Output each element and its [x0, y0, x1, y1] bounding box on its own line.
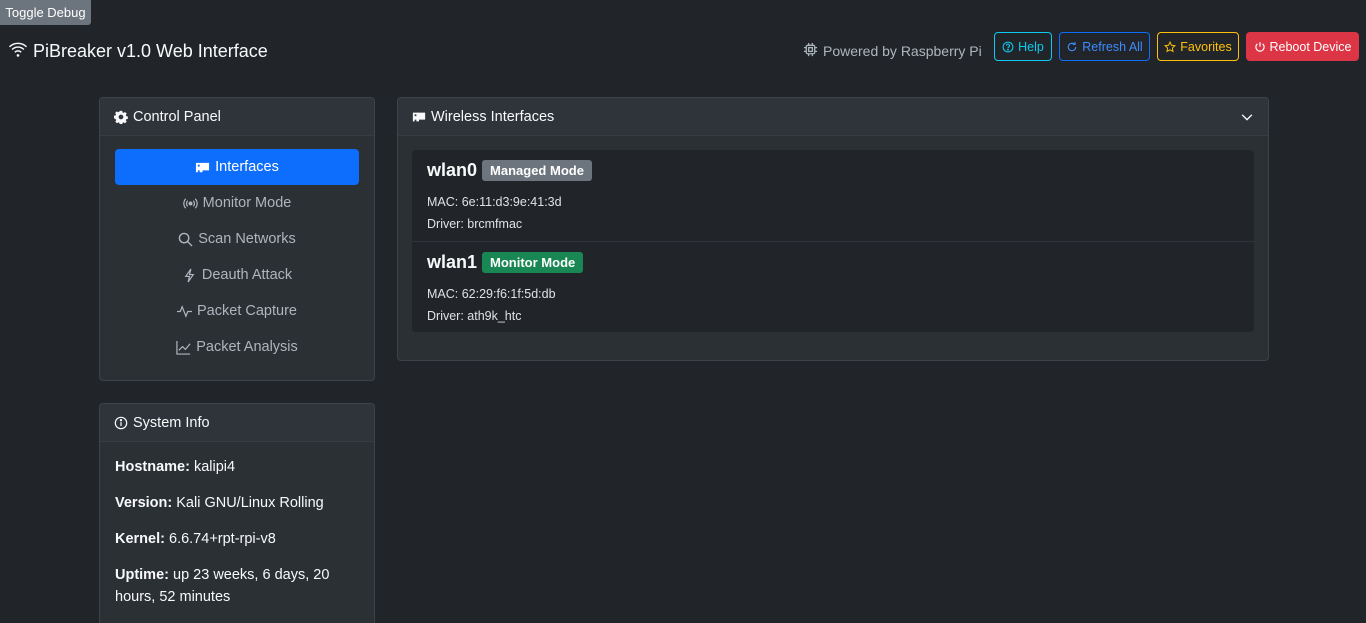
nav-item-label: Monitor Mode	[202, 195, 292, 211]
nav-item-deauth-attack[interactable]: Deauth Attack	[115, 257, 359, 293]
interface-item-wlan0: wlan0 Managed Mode MAC: 6e:11:d3:9e:41:3…	[412, 150, 1254, 241]
wireless-interfaces-title: Wireless Interfaces	[431, 108, 555, 125]
nav-item-label: Deauth Attack	[201, 267, 293, 283]
reboot-device-button[interactable]: Reboot Device	[1246, 32, 1359, 61]
nav-item-scan-networks[interactable]: Scan Networks	[115, 221, 359, 257]
favorites-button[interactable]: Favorites	[1157, 32, 1239, 61]
help-button[interactable]: Help	[994, 32, 1052, 61]
broadcast-icon	[182, 197, 198, 209]
refresh-all-button-label: Refresh All	[1082, 39, 1143, 54]
wireless-interfaces-header[interactable]: Wireless Interfaces	[398, 98, 1268, 136]
chevron-down-icon[interactable]	[1240, 110, 1254, 124]
kernel-value: 6.6.74+rpt-rpi-v8	[169, 531, 276, 547]
control-panel-header: Control Panel	[100, 98, 374, 136]
kernel-key: Kernel:	[115, 531, 165, 547]
nav-item-packet-analysis[interactable]: Packet Analysis	[115, 329, 359, 365]
nav-item-monitor-mode[interactable]: Monitor Mode	[115, 185, 359, 221]
hostname-value: kalipi4	[193, 459, 236, 475]
system-info-header: System Info	[100, 404, 374, 442]
control-panel-card: Control Panel Interfaces Monitor Mode Sc…	[99, 97, 375, 381]
nav-item-interfaces[interactable]: Interfaces	[115, 149, 359, 185]
version-value: Kali GNU/Linux Rolling	[176, 495, 324, 511]
help-button-label: Help	[1018, 39, 1044, 54]
reboot-device-button-label: Reboot Device	[1269, 39, 1352, 54]
hostname-key: Hostname:	[115, 459, 190, 475]
uptime-key: Uptime:	[115, 567, 169, 583]
control-panel-nav: Interfaces Monitor Mode Scan Networks De…	[100, 136, 374, 365]
mode-badge: Monitor Mode	[482, 251, 584, 273]
interface-details: MAC: 6e:11:d3:9e:41:3d Driver: brcmfmac	[427, 191, 1239, 235]
mode-badge: Managed Mode	[482, 159, 592, 181]
nav-item-label: Packet Capture	[197, 303, 297, 319]
interface-name: wlan0	[427, 159, 478, 180]
interface-head: wlan0 Managed Mode	[427, 158, 1239, 182]
nav-item-label: Packet Analysis	[196, 339, 298, 355]
toggle-debug-button[interactable]: Toggle Debug	[0, 0, 91, 25]
graph-icon	[176, 340, 191, 355]
uptime-row: Uptime: up 23 weeks, 6 days, 20 hours, 5…	[115, 564, 359, 608]
interface-item-wlan1: wlan1 Monitor Mode MAC: 62:29:f6:1f:5d:d…	[412, 241, 1254, 332]
power-icon	[1254, 41, 1265, 52]
interface-list: wlan0 Managed Mode MAC: 6e:11:d3:9e:41:3…	[412, 150, 1254, 332]
powered-by: Powered by Raspberry Pi	[803, 42, 982, 60]
version-row: Version: Kali GNU/Linux Rolling	[115, 492, 359, 514]
question-circle-icon	[1002, 41, 1014, 52]
wifi-icon	[9, 40, 27, 63]
wireless-interfaces-card: Wireless Interfaces wlan0 Managed Mode M…	[397, 97, 1269, 361]
app-title-text: PiBreaker v1.0 Web Interface	[33, 41, 268, 61]
cpu-icon	[803, 42, 818, 60]
interface-driver: Driver: brcmfmac	[427, 217, 523, 231]
interface-driver: Driver: ath9k_htc	[427, 309, 522, 323]
system-info-body: Hostname: kalipi4 Version: Kali GNU/Linu…	[100, 442, 374, 623]
app-title: PiBreaker v1.0 Web Interface	[9, 40, 268, 63]
version-key: Version:	[115, 495, 173, 511]
refresh-icon	[1068, 41, 1077, 51]
info-circle-icon	[114, 416, 128, 429]
ethernet-card-icon	[196, 162, 210, 172]
interface-head: wlan1 Monitor Mode	[427, 250, 1239, 274]
kernel-row: Kernel: 6.6.74+rpt-rpi-v8	[115, 528, 359, 550]
activity-icon	[177, 304, 193, 318]
nav-item-label: Scan Networks	[198, 231, 296, 247]
favorites-button-label: Favorites	[1180, 39, 1232, 54]
refresh-all-button[interactable]: Refresh All	[1059, 32, 1150, 61]
hostname-row: Hostname: kalipi4	[115, 456, 359, 478]
gear-icon	[114, 110, 128, 124]
interface-name: wlan1	[427, 251, 478, 272]
lightning-icon	[184, 268, 195, 282]
ethernet-card-icon	[412, 112, 426, 121]
system-info-title: System Info	[133, 414, 210, 431]
star-icon	[1164, 40, 1177, 52]
powered-by-text: Powered by Raspberry Pi	[823, 43, 982, 59]
interface-details: MAC: 62:29:f6:1f:5d:db Driver: ath9k_htc	[427, 283, 1239, 327]
system-info-card: System Info Hostname: kalipi4 Version: K…	[99, 403, 375, 623]
interface-mac: MAC: 62:29:f6:1f:5d:db	[427, 287, 556, 301]
control-panel-title: Control Panel	[133, 108, 221, 125]
search-icon	[178, 232, 193, 247]
nav-item-packet-capture[interactable]: Packet Capture	[115, 293, 359, 329]
interface-mac: MAC: 6e:11:d3:9e:41:3d	[427, 195, 562, 209]
nav-item-label: Interfaces	[215, 159, 279, 175]
